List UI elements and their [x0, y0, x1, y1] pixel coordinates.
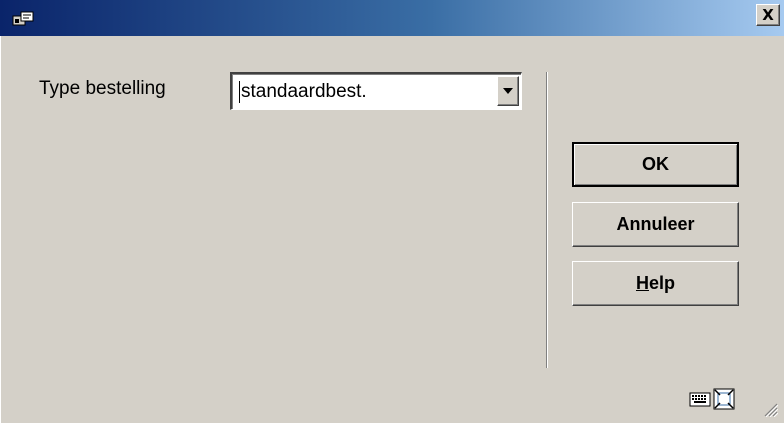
resize-grip-icon[interactable]	[762, 401, 778, 417]
dialog-body: Type bestelling standaardbest. OK Annule…	[0, 36, 784, 423]
chevron-down-icon[interactable]	[497, 76, 519, 106]
help-button[interactable]: Help	[572, 261, 739, 306]
type-bestelling-dropdown[interactable]: standaardbest.	[230, 72, 522, 110]
type-bestelling-value: standaardbest.	[239, 81, 367, 103]
keyboard-icon[interactable]	[689, 390, 711, 408]
help-mnemonic: H	[635, 273, 649, 293]
title-bar: X	[0, 0, 784, 36]
ok-button[interactable]: OK	[572, 142, 739, 187]
fullscreen-icon[interactable]	[713, 388, 735, 410]
vertical-divider	[546, 72, 548, 368]
app-icon	[12, 11, 34, 26]
type-bestelling-label: Type bestelling	[39, 78, 166, 99]
close-button[interactable]: X	[756, 4, 780, 26]
help-label-rest: elp	[648, 273, 675, 293]
cancel-button[interactable]: Annuleer	[572, 202, 739, 247]
